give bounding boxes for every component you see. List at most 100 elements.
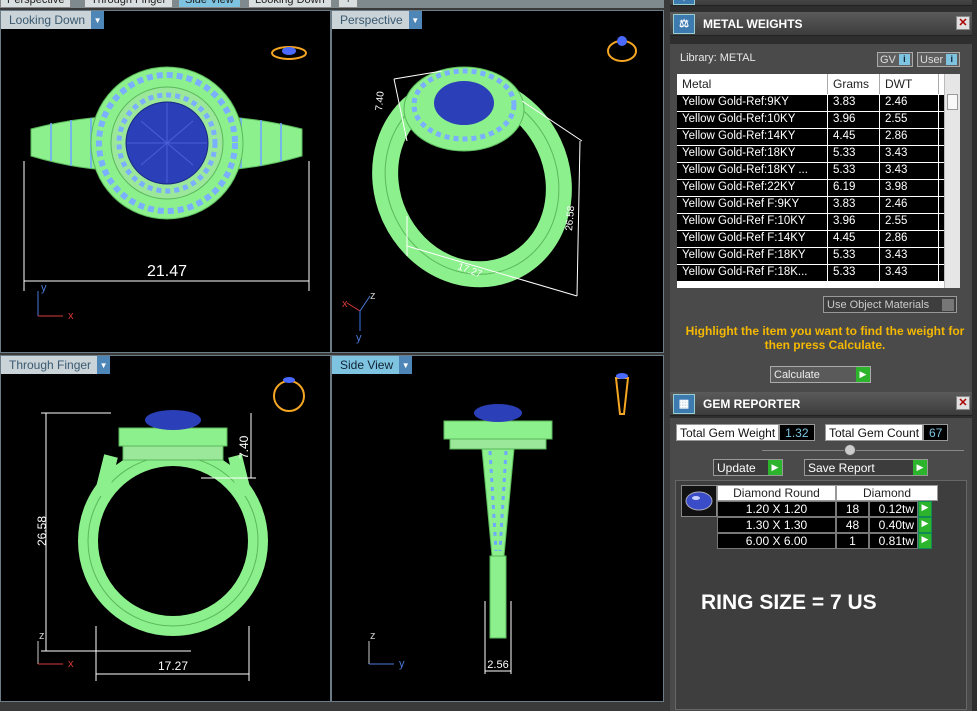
table-row[interactable]: Yellow Gold-Ref F:18KY 5.33 3.43 <box>677 247 960 264</box>
gem-table: Diamond Round Diamond 1.20 X 1.20 18 0.12t… <box>717 485 938 549</box>
table-row[interactable]: Yellow Gold-Ref:14KY 4.45 2.86 <box>677 128 960 145</box>
axis-z-label: z <box>370 290 376 302</box>
table-row[interactable]: 6.00 X 6.00 1 0.81tw ▶ <box>717 533 938 549</box>
viewport-side-view[interactable]: 2.56 y z Side View ▼ <box>331 355 664 702</box>
row-play-icon[interactable]: ▶ <box>918 501 932 517</box>
viewport-through-finger[interactable]: 26.58 7.40 17.27 x z Through Finger ▼ <box>0 355 331 702</box>
total-gem-count: Total Gem Count 67 <box>825 424 949 441</box>
gem-reporter-body: Total Gem Weight 1.32 Total Gem Count 67 U… <box>670 418 972 711</box>
column-metal[interactable]: Metal <box>677 74 828 94</box>
table-row[interactable]: Yellow Gold-Ref:9KY 3.83 2.46 <box>677 94 960 111</box>
tab-side-view[interactable]: Side View <box>178 0 241 8</box>
metal-weights-title: METAL WEIGHTS <box>703 16 803 31</box>
render-panel-header-stub: ✦ <box>670 0 972 6</box>
axis-x-label: x <box>68 658 74 670</box>
right-panel: ✦ ⚖ METAL WEIGHTS ✕ Library: METAL GVi U… <box>670 0 977 711</box>
gv-toggle[interactable]: GV i <box>877 52 913 67</box>
axis-z-label: z <box>39 630 45 642</box>
perspective-dim-b: 26.58 <box>564 205 577 231</box>
save-report-button[interactable]: Save Report ▶ <box>804 459 928 476</box>
row-play-icon[interactable]: ▶ <box>918 517 932 533</box>
table-row[interactable]: Yellow Gold-Ref:10KY 3.96 2.55 <box>677 111 960 128</box>
ring-thumbnail-icon <box>607 36 637 62</box>
metal-weights-body: Library: METAL GV i User i Metal Grams DWT… <box>670 44 972 392</box>
close-icon[interactable]: ✕ <box>956 16 970 30</box>
viewport-label-looking-down[interactable]: Looking Down ▼ <box>1 11 105 29</box>
table-row[interactable]: 1.20 X 1.20 18 0.12tw ▶ <box>717 501 938 517</box>
info-icon: i <box>898 54 910 65</box>
viewport-perspective[interactable]: 7.40 26.58 17.27 x z y Perspective ▼ <box>331 10 664 353</box>
checkbox-box[interactable] <box>942 298 954 311</box>
table-row[interactable]: Yellow Gold-Ref:18KY 5.33 3.43 <box>677 145 960 162</box>
axis-x-label: x <box>342 298 348 310</box>
ring-thumbnail-icon <box>271 46 307 60</box>
side-view-dim-width: 2.56 <box>487 659 508 671</box>
play-icon: ▶ <box>913 460 927 475</box>
user-toggle[interactable]: User i <box>917 52 961 67</box>
viewport-label-side-view[interactable]: Side View ▼ <box>332 356 413 374</box>
diamond-round-icon <box>681 485 717 517</box>
slider-handle[interactable] <box>844 444 856 456</box>
gem-slider[interactable] <box>670 444 972 456</box>
calculate-hint: Highlight the item you want to find the … <box>685 324 965 352</box>
play-icon: ▶ <box>768 460 782 475</box>
viewport-label-through-finger[interactable]: Through Finger ▼ <box>1 356 111 374</box>
ring-perspective-render: 7.40 26.58 17.27 x z y <box>342 36 637 344</box>
library-label: Library: METAL <box>680 52 756 64</box>
gem-reporter-header: ▦ GEM REPORTER ✕ <box>670 392 972 416</box>
column-grams[interactable]: Grams <box>828 74 880 94</box>
report-icon: ▦ <box>673 393 695 414</box>
scrollbar-thumb[interactable] <box>947 94 958 110</box>
table-row[interactable]: 1.30 X 1.30 48 0.40tw ▶ <box>717 517 938 533</box>
update-button[interactable]: Update ▶ <box>713 459 783 476</box>
table-row[interactable]: Yellow Gold-Ref F:14KY 4.45 2.86 <box>677 230 960 247</box>
gem-reporter-title: GEM REPORTER <box>703 396 801 411</box>
gem-report-area: Diamond Round Diamond 1.20 X 1.20 18 0.12t… <box>675 480 967 710</box>
gem-table-header: Diamond Round Diamond <box>717 485 938 501</box>
axis-y-label: y <box>41 282 47 294</box>
metal-table: Metal Grams DWT Yellow Gold-Ref:9KY 3.83 2… <box>677 74 960 288</box>
info-icon: i <box>946 54 958 65</box>
axis-y-label: y <box>356 332 362 344</box>
chevron-down-icon[interactable]: ▼ <box>399 356 413 374</box>
use-object-materials-checkbox[interactable]: Use Object Materials <box>823 296 957 313</box>
chevron-down-icon[interactable]: ▼ <box>91 11 105 29</box>
tab-perspective[interactable]: Perspective <box>0 0 72 8</box>
table-row[interactable]: Yellow Gold-Ref:22KY 6.19 3.98 <box>677 179 960 196</box>
tab-add[interactable]: + <box>338 0 359 8</box>
table-row[interactable]: Yellow Gold-Ref F:18K... 5.33 3.43 <box>677 264 960 281</box>
chevron-down-icon[interactable]: ▼ <box>408 11 422 29</box>
metal-table-header: Metal Grams DWT <box>677 74 960 94</box>
view-tab-strip: Perspective Through Finger Side View Loo… <box>0 0 664 8</box>
through-finger-dim-head: 7.40 <box>237 435 251 459</box>
table-row[interactable]: Yellow Gold-Ref F:10KY 3.96 2.55 <box>677 213 960 230</box>
chevron-down-icon[interactable]: ▼ <box>97 356 111 374</box>
axis-z-label: z <box>370 630 376 642</box>
ring-size-label: RING SIZE = 7 US <box>701 591 877 614</box>
ring-thumbnail-icon <box>273 377 305 412</box>
ring-side-render: 2.56 y z <box>368 373 630 674</box>
metal-table-scrollbar[interactable] <box>944 74 960 288</box>
table-row[interactable]: Yellow Gold-Ref F:9KY 3.83 2.46 <box>677 196 960 213</box>
ring-front-render: 26.58 7.40 17.27 x z <box>35 377 305 681</box>
calculate-button[interactable]: Calculate ▶ <box>770 366 871 383</box>
column-dwt[interactable]: DWT <box>880 74 939 94</box>
play-icon: ▶ <box>856 367 870 382</box>
through-finger-dim-height: 26.58 <box>35 516 49 546</box>
ring-top-render: 21.47 x y <box>23 46 310 322</box>
axis-x-label: x <box>68 310 74 322</box>
through-finger-dim-width: 17.27 <box>158 659 188 673</box>
close-icon[interactable]: ✕ <box>956 396 970 410</box>
perspective-dim-a: 7.40 <box>374 90 387 111</box>
ring-thumbnail-icon <box>614 373 630 415</box>
tab-looking-down[interactable]: Looking Down <box>248 0 332 8</box>
scale-icon: ⚖ <box>673 13 695 34</box>
metal-weights-header: ⚖ METAL WEIGHTS ✕ <box>670 12 972 36</box>
row-play-icon[interactable]: ▶ <box>918 533 932 549</box>
viewport-label-perspective[interactable]: Perspective ▼ <box>332 11 422 29</box>
tab-through-finger[interactable]: Through Finger <box>84 0 174 8</box>
total-gem-weight: Total Gem Weight 1.32 <box>676 424 815 441</box>
render-icon: ✦ <box>673 0 695 5</box>
table-row[interactable]: Yellow Gold-Ref:18KY ... 5.33 3.43 <box>677 162 960 179</box>
viewport-looking-down[interactable]: 21.47 x y Looking Down ▼ <box>0 10 331 353</box>
